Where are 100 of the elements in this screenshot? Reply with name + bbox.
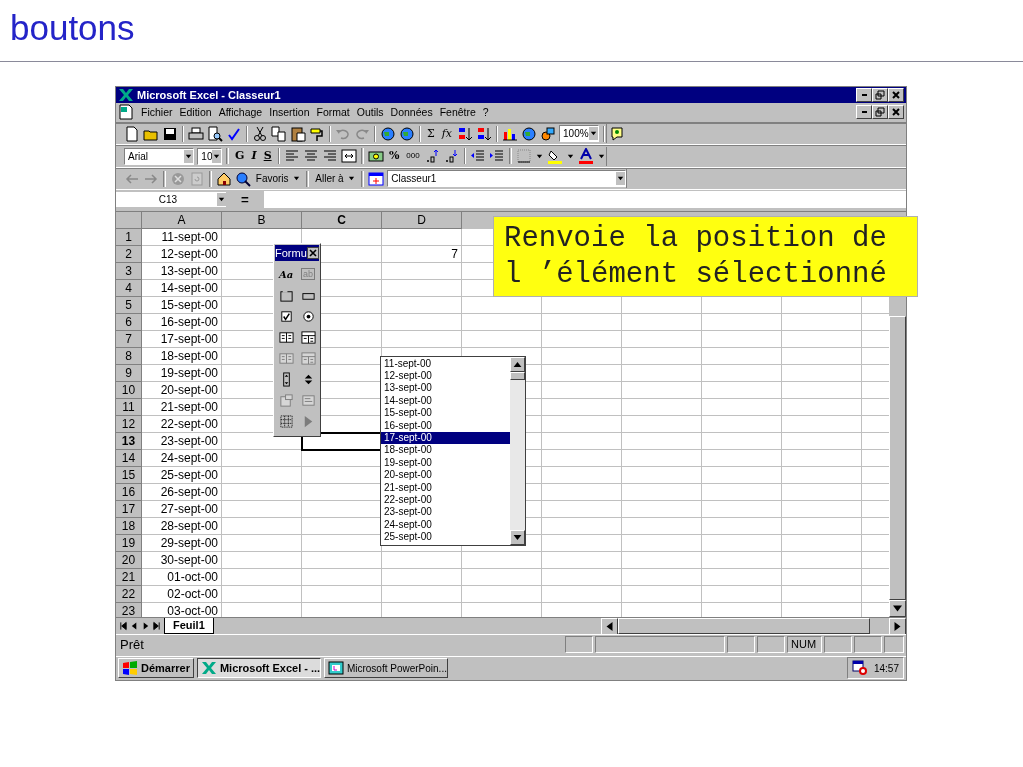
list-item[interactable]: 14-sept-00 xyxy=(381,394,510,408)
column-header[interactable]: A xyxy=(142,211,222,229)
minimize-button[interactable] xyxy=(856,88,872,102)
sheet-tab[interactable]: Feuil1 xyxy=(164,618,214,634)
table-cell-text: 24-sept-00 xyxy=(159,449,219,467)
start-button[interactable]: Démarrer xyxy=(118,658,194,679)
menu-item[interactable]: ? xyxy=(482,106,489,119)
menu-item[interactable]: Outils xyxy=(356,106,384,119)
excel-icon xyxy=(200,660,217,677)
list-item[interactable]: 18-sept-00 xyxy=(381,444,510,457)
shapes-icon[interactable] xyxy=(540,125,557,142)
scroll-thumb[interactable] xyxy=(618,618,870,634)
scroll-thumb[interactable] xyxy=(889,315,906,600)
scheduler-icon[interactable] xyxy=(851,660,868,677)
next-sheet-icon[interactable] xyxy=(141,620,150,632)
selected-cell[interactable] xyxy=(302,432,382,450)
brush-icon[interactable] xyxy=(309,125,325,142)
horizontal-scrollbar[interactable] xyxy=(601,618,906,634)
printer-icon[interactable] xyxy=(188,125,204,142)
list-item[interactable]: 16-sept-00 xyxy=(381,419,510,432)
last-sheet-icon[interactable] xyxy=(152,620,161,632)
borders-icon[interactable] xyxy=(516,148,532,165)
list-item[interactable]: 13-sept-00 xyxy=(381,382,510,395)
thousands-button[interactable]: 000 xyxy=(404,148,422,165)
percent-button[interactable]: % xyxy=(386,148,402,165)
previous-sheet-icon[interactable] xyxy=(130,620,139,632)
address-field[interactable]: Classeur1 xyxy=(387,170,626,188)
bold-button[interactable]: G xyxy=(233,148,247,165)
autosum-button[interactable]: Σ xyxy=(425,125,437,142)
save-icon[interactable] xyxy=(162,125,178,142)
sort-descending-icon[interactable] xyxy=(476,125,493,142)
name-box[interactable]: C13 xyxy=(116,191,226,207)
restore-button[interactable] xyxy=(872,105,888,120)
address-icon[interactable] xyxy=(368,170,385,187)
checkbox-icon xyxy=(278,308,294,324)
table-cell-text: 27-sept-00 xyxy=(159,500,219,518)
merge-icon[interactable] xyxy=(341,148,358,165)
font-dropdown[interactable]: Arial xyxy=(124,147,195,165)
status-text: Prêt xyxy=(120,636,144,652)
copy-icon[interactable] xyxy=(271,125,287,142)
search-globe-icon[interactable] xyxy=(234,170,251,187)
decimal-decrease-icon[interactable] xyxy=(443,148,460,165)
list-item[interactable]: 19-sept-00 xyxy=(381,456,510,470)
menu-item[interactable]: Edition xyxy=(179,106,212,119)
menu-item[interactable]: Données xyxy=(390,106,433,119)
close-button[interactable] xyxy=(307,246,319,259)
list-item[interactable]: 21-sept-00 xyxy=(381,481,510,494)
globe-icon[interactable] xyxy=(399,125,415,142)
home-icon[interactable] xyxy=(215,170,232,187)
underline-button[interactable]: S xyxy=(261,148,274,165)
list-item[interactable]: 22-sept-00 xyxy=(381,493,510,507)
menu-item[interactable]: Insertion xyxy=(269,106,310,119)
fill-color-icon[interactable] xyxy=(547,148,563,165)
globe-icon[interactable] xyxy=(521,125,538,142)
caret-icon xyxy=(616,172,625,186)
list-item[interactable]: 25-sept-00 xyxy=(381,531,510,544)
list-item[interactable]: 15-sept-00 xyxy=(381,407,510,420)
column-header[interactable]: C xyxy=(302,211,382,229)
list-item[interactable]: 24-sept-00 xyxy=(381,518,510,532)
globe-icon[interactable] xyxy=(380,125,396,142)
font-size-dropdown[interactable]: 10 xyxy=(197,147,223,165)
taskbar-button[interactable]: Microsoft Excel - ... xyxy=(196,658,321,679)
list-scrollbar[interactable] xyxy=(510,356,525,545)
workbook-icon[interactable] xyxy=(118,104,134,121)
menu-item[interactable]: Fenêtre xyxy=(439,106,476,119)
list-item[interactable]: 11-sept-00 xyxy=(381,357,510,371)
function-button[interactable]: fx xyxy=(439,125,455,142)
list-item[interactable]: 12-sept-00 xyxy=(381,370,510,383)
taskbar-button[interactable]: Microsoft PowerPoin... xyxy=(323,658,448,679)
menu-item[interactable]: Fichier xyxy=(141,106,173,119)
paste-icon[interactable] xyxy=(290,125,306,142)
table-cell-text: 17-sept-00 xyxy=(159,330,219,348)
scroll-thumb[interactable] xyxy=(510,371,525,380)
favorites-menu[interactable]: Favoris xyxy=(253,170,303,187)
italic-button[interactable]: I xyxy=(249,148,259,165)
sort-ascending-icon[interactable] xyxy=(457,125,474,142)
list-box[interactable]: 11-sept-00 12-sept-00 13-sept-00 14-sept-00 15-sept-00 16-sept-00 17-sept-00 18-sept-00 19-sept-00 20-sept-00 21-sept-00 22-sept-00 23-sept-00 24-sept-00 25-sept-00 xyxy=(380,355,526,546)
column-header[interactable]: B xyxy=(222,211,302,229)
go-to-menu[interactable]: Aller à xyxy=(313,170,358,187)
help-icon[interactable] xyxy=(608,125,625,142)
document-icon[interactable] xyxy=(124,125,140,142)
scissors-icon[interactable] xyxy=(252,125,268,142)
decimal-increase-icon[interactable] xyxy=(424,148,441,165)
status-panel xyxy=(565,635,593,653)
column-header[interactable]: D xyxy=(382,211,462,229)
list-item[interactable]: 17-sept-00 xyxy=(381,432,510,445)
caret-icon xyxy=(184,149,194,163)
menu-item[interactable]: Format xyxy=(316,106,350,119)
label-tool-button[interactable]: Aa xyxy=(276,263,296,285)
font-color-icon[interactable] xyxy=(578,148,594,165)
first-sheet-icon[interactable] xyxy=(119,620,128,632)
minimize-button[interactable] xyxy=(856,105,872,120)
list-item[interactable]: 20-sept-00 xyxy=(381,469,510,482)
menu-item[interactable]: Affichage xyxy=(218,106,263,119)
currency-icon[interactable] xyxy=(367,148,384,165)
zoom-dropdown[interactable]: 100% xyxy=(559,125,599,143)
list-item[interactable]: 23-sept-00 xyxy=(381,506,510,519)
formula-field[interactable] xyxy=(264,190,906,208)
restore-button[interactable] xyxy=(872,88,888,102)
preview-icon[interactable] xyxy=(207,125,223,142)
